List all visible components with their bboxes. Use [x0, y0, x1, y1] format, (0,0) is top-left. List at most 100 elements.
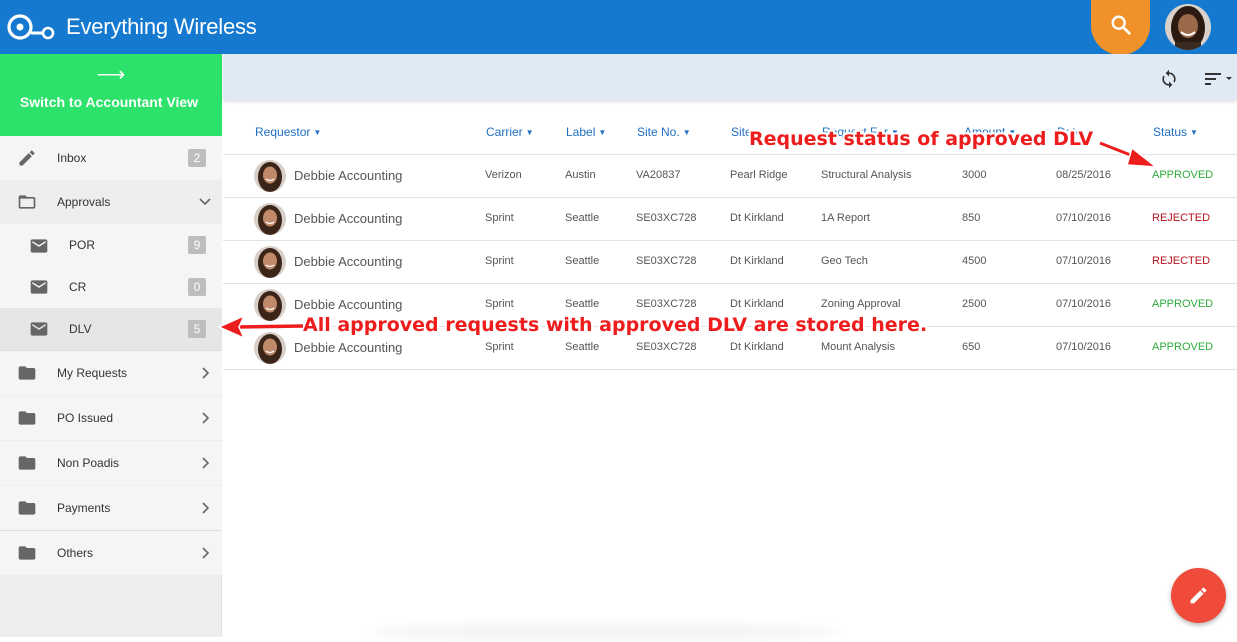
sidebar-item-my-requests[interactable]: My Requests: [0, 351, 222, 395]
folder-icon: [18, 546, 36, 560]
cell-request-for: Zoning Approval: [821, 298, 901, 310]
folder-icon: [18, 411, 36, 425]
arrow-right-icon: ⟶: [96, 64, 126, 86]
cell-request-for: Mount Analysis: [821, 341, 895, 353]
cell-requestor: Debbie Accounting: [294, 297, 403, 312]
count-badge: 9: [188, 236, 206, 254]
content-toolbar: [223, 54, 1237, 100]
cell-label: Austin: [565, 169, 596, 181]
cell-carrier: Sprint: [485, 298, 514, 310]
cell-requestor: Debbie Accounting: [294, 168, 403, 183]
table-row[interactable]: Debbie Accounting Sprint Seattle SE03XC728 D…: [223, 241, 1237, 284]
sidebar-item-approvals[interactable]: Approvals: [0, 180, 222, 224]
sidebar-item-por[interactable]: POR 9: [0, 224, 222, 266]
sidebar-item-label: POR: [69, 238, 96, 252]
sidebar-item-label: Approvals: [57, 195, 111, 209]
cell-site: Dt Kirkland: [730, 255, 784, 267]
count-badge: 5: [188, 320, 206, 338]
refresh-icon[interactable]: [1159, 69, 1179, 89]
folder-icon: [18, 366, 36, 380]
sidebar-item-label: My Requests: [57, 366, 128, 380]
chevron-right-icon: [202, 412, 210, 424]
cell-amount: 650: [962, 341, 981, 353]
cell-request-for: 1A Report: [821, 212, 870, 224]
sidebar-item-payments[interactable]: Payments: [0, 486, 222, 530]
folder-outline-icon: [18, 195, 36, 209]
sidebar-item-label: Non Poadis: [57, 456, 120, 470]
cell-label: Seattle: [565, 341, 600, 353]
pencil-icon: [1190, 587, 1207, 604]
column-header-status[interactable]: Status ▼: [1153, 125, 1198, 139]
annotation-status-note: Request status of approved DLV: [749, 128, 1094, 150]
avatar: [254, 246, 286, 278]
sidebar-item-inbox[interactable]: Inbox 2: [0, 136, 222, 180]
user-avatar[interactable]: [1165, 4, 1211, 50]
mail-icon: [30, 239, 48, 253]
sidebar-item-label: Others: [57, 546, 94, 560]
annotation-dlv-note: All approved requests with approved DLV …: [303, 314, 928, 336]
column-header-site-no[interactable]: Site No. ▼: [637, 125, 691, 139]
switch-view-label: Switch to Accountant View: [19, 94, 199, 110]
cell-label: Seattle: [565, 255, 600, 267]
sidebar-item-label: DLV: [69, 322, 92, 336]
cell-amount: 3000: [962, 169, 987, 181]
cell-site: Dt Kirkland: [730, 341, 784, 353]
folder-icon: [18, 501, 36, 515]
cell-date: 07/10/2016: [1056, 255, 1112, 267]
divider: [223, 369, 1237, 370]
chevron-right-icon: [202, 367, 210, 379]
count-badge: 0: [188, 278, 206, 296]
app-logo-icon[interactable]: [7, 13, 55, 41]
sidebar-item-others[interactable]: Others: [0, 531, 222, 575]
search-icon: [1111, 15, 1131, 35]
cell-site-no: SE03XC728: [636, 298, 697, 310]
sidebar-item-label: Inbox: [57, 151, 87, 165]
cell-site: Dt Kirkland: [730, 212, 784, 224]
sidebar-item-label: CR: [69, 280, 87, 294]
sort-icon[interactable]: [1203, 71, 1233, 87]
column-header-requestor[interactable]: Requestor ▼: [255, 125, 321, 139]
cell-status: APPROVED: [1152, 341, 1214, 353]
pencil-icon: [19, 150, 35, 166]
cell-request-for: Geo Tech: [821, 255, 868, 267]
search-button[interactable]: [1091, 0, 1150, 55]
table-row[interactable]: Debbie Accounting Verizon Austin VA20837 Pea…: [223, 155, 1237, 198]
avatar: [254, 160, 286, 192]
sidebar-item-cr[interactable]: CR 0: [0, 266, 222, 308]
cell-requestor: Debbie Accounting: [294, 254, 403, 269]
mail-icon: [30, 322, 48, 336]
cell-date: 07/10/2016: [1056, 212, 1112, 224]
sidebar-item-non-poadis[interactable]: Non Poadis: [0, 441, 222, 485]
column-header-label[interactable]: Label ▼: [566, 125, 606, 139]
sidebar-item-dlv[interactable]: DLV 5: [0, 308, 222, 350]
column-header-carrier[interactable]: Carrier ▼: [486, 125, 534, 139]
cell-status: APPROVED: [1152, 298, 1214, 310]
cell-site: Dt Kirkland: [730, 298, 784, 310]
cell-carrier: Verizon: [485, 169, 522, 181]
chevron-right-icon: [202, 502, 210, 514]
annotation-arrow-icon: [1098, 140, 1159, 168]
switch-to-accountant-view-button[interactable]: ⟶ Switch to Accountant View: [0, 54, 222, 136]
cell-request-for: Structural Analysis: [821, 169, 912, 181]
annotation-arrow-icon: [217, 314, 304, 340]
sidebar: ⟶ Switch to Accountant View Inbox 2 Appr…: [0, 54, 222, 637]
sidebar-item-po-issued[interactable]: PO Issued: [0, 396, 222, 440]
cell-date: 08/25/2016: [1056, 169, 1112, 181]
sidebar-item-label: PO Issued: [57, 411, 114, 425]
cell-amount: 4500: [962, 255, 987, 267]
app-header: Everything Wireless: [0, 0, 1237, 55]
cell-site-no: VA20837: [636, 169, 681, 181]
folder-icon: [18, 456, 36, 470]
cell-status: APPROVED: [1152, 169, 1214, 181]
cell-carrier: Sprint: [485, 255, 514, 267]
table-row[interactable]: Debbie Accounting Sprint Seattle SE03XC728 D…: [223, 198, 1237, 241]
cell-requestor: Debbie Accounting: [294, 211, 403, 226]
app-title: Everything Wireless: [66, 14, 257, 39]
cell-site: Pearl Ridge: [730, 169, 788, 181]
chevron-right-icon: [202, 457, 210, 469]
cell-carrier: Sprint: [485, 341, 514, 353]
cell-date: 07/10/2016: [1056, 298, 1112, 310]
chevron-down-icon: [199, 198, 211, 206]
edit-button[interactable]: [1171, 568, 1226, 623]
mail-icon: [30, 280, 48, 294]
